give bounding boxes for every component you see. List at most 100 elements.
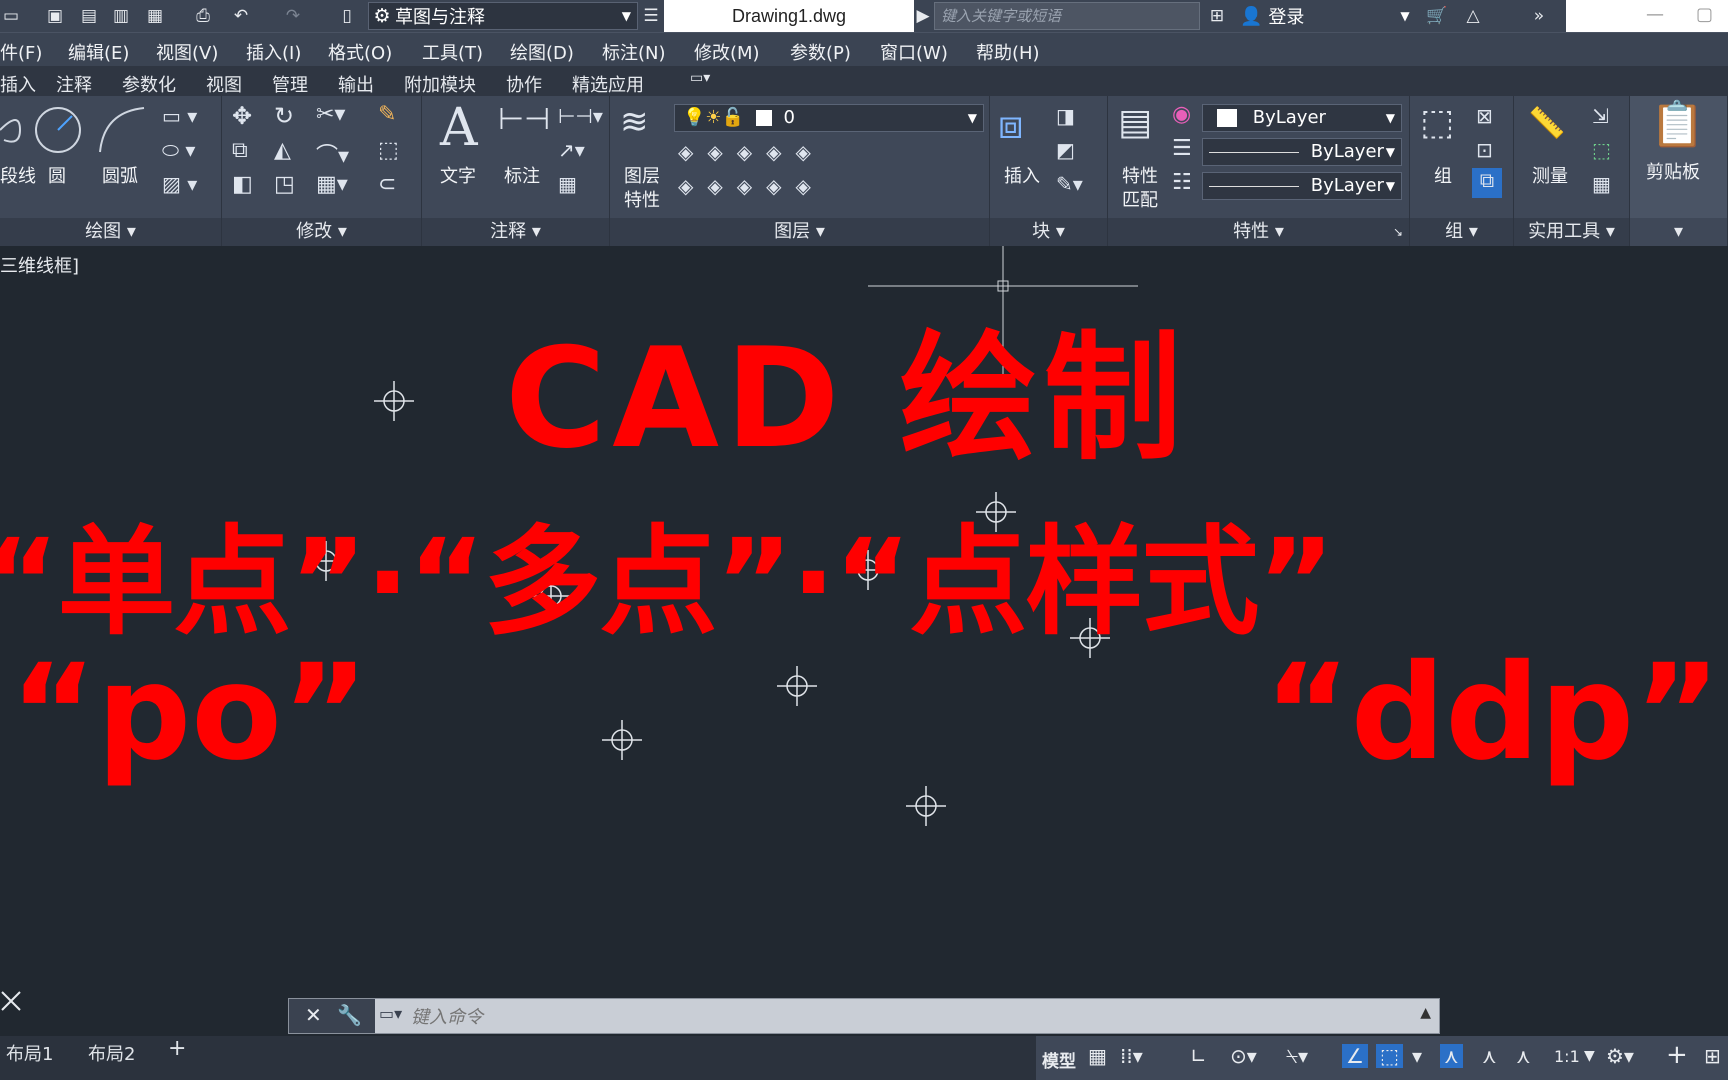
color-wheel-icon[interactable]: ◉ <box>1172 102 1191 127</box>
transparency-icon[interactable]: ☷ <box>1172 170 1192 195</box>
save-icon[interactable]: ▣ <box>44 5 66 27</box>
document-tab[interactable]: Drawing1.dwg <box>664 0 914 32</box>
layer-properties-label-2[interactable]: 特性 <box>624 186 660 212</box>
open-icon[interactable]: ▭ <box>0 5 22 27</box>
menu-help[interactable]: 帮助(H) <box>976 39 1040 65</box>
fillet-icon[interactable]: ⌒▾ <box>316 138 349 170</box>
match-properties-label-1[interactable]: 特性 <box>1122 162 1158 188</box>
customize-icon[interactable]: ⊞ <box>1704 1044 1721 1068</box>
mirror-icon[interactable]: ◭ <box>274 138 291 163</box>
match-properties-icon[interactable]: ▤ <box>1118 102 1152 143</box>
layer-tools-row2-icons[interactable]: ◈◈◈◈◈ <box>678 174 825 198</box>
measure-icon[interactable]: 📏 <box>1528 106 1565 141</box>
more-icon[interactable]: » <box>1528 5 1550 27</box>
modify-panel-title[interactable]: 修改 ▾ <box>222 218 421 246</box>
tab-annotate[interactable]: 注释 <box>56 71 92 97</box>
scale-icon[interactable]: ◳ <box>274 172 295 197</box>
menu-window[interactable]: 窗口(W) <box>880 39 948 65</box>
edit-attributes-icon[interactable]: ✎▾ <box>1056 172 1083 196</box>
ellipse-icon[interactable]: ⬭ ▾ <box>162 138 195 162</box>
lineweight-icon[interactable]: ☰ <box>1172 136 1192 161</box>
hatch-icon[interactable]: ▨ ▾ <box>162 172 197 196</box>
dimension-icon[interactable]: ⊢⊣ <box>498 102 550 137</box>
color-dropdown[interactable]: ByLayer ▼ <box>1202 104 1402 132</box>
insert-label[interactable]: 插入 <box>1004 162 1040 188</box>
isodraft-icon[interactable]: ⍀▾ <box>1286 1044 1308 1068</box>
print-icon[interactable]: ⎙ <box>192 5 214 27</box>
minimize-icon[interactable]: — <box>1646 4 1664 25</box>
draw-panel-title[interactable]: 绘图 ▾ <box>0 218 221 246</box>
annotation-visibility-icon[interactable]: ⋏ <box>1440 1044 1463 1068</box>
annotation-scale-icon[interactable]: ⋏ <box>1516 1044 1531 1068</box>
ungroup-icon[interactable]: ⊠ <box>1476 104 1493 128</box>
tab-featured-apps[interactable]: 精选应用 <box>572 71 644 97</box>
annotation-scale-value[interactable]: 1:1 <box>1554 1047 1580 1066</box>
tab-view[interactable]: 视图 <box>206 71 242 97</box>
erase-icon[interactable]: ✎ <box>378 102 396 127</box>
arc-label[interactable]: 圆弧 <box>102 162 138 188</box>
circle-icon[interactable] <box>34 106 82 154</box>
search-input[interactable]: 键入关键字或短语 <box>934 2 1200 30</box>
measure-label[interactable]: 测量 <box>1532 162 1568 188</box>
workspace-toggle-icon[interactable]: ▯ <box>336 5 358 27</box>
properties-panel-title[interactable]: 特性 ▾ ↘ <box>1108 218 1409 246</box>
stretch-icon[interactable]: ◧ <box>232 172 253 197</box>
trim-icon[interactable]: ✂▾ <box>316 102 345 127</box>
create-block-icon[interactable]: ◨ <box>1056 104 1075 128</box>
menu-view[interactable]: 视图(V) <box>156 39 218 65</box>
table-icon[interactable]: ▦ <box>558 172 577 196</box>
copy-icon[interactable]: ⧉ <box>232 138 248 163</box>
tab-collaborate[interactable]: 协作 <box>506 71 542 97</box>
plot-preview-icon[interactable]: ▥ <box>110 5 132 27</box>
layout-tab-2[interactable]: 布局2 <box>88 1040 135 1066</box>
close-icon[interactable]: ✕ <box>305 1003 322 1027</box>
paste-label[interactable]: 剪贴板 <box>1646 158 1700 184</box>
layout-tab-1[interactable]: 布局1 <box>6 1040 53 1066</box>
chevron-right-icon[interactable]: ▶ <box>912 5 934 27</box>
explode-icon[interactable]: ⬚ <box>378 138 399 163</box>
rotate-icon[interactable]: ↻ <box>274 102 294 130</box>
leader-icon[interactable]: ↗▾ <box>558 138 585 162</box>
quick-select-icon[interactable]: ⇲ <box>1592 104 1609 128</box>
workspace-switching-gear-icon[interactable]: ⚙▾ <box>1606 1044 1634 1068</box>
dimension-label[interactable]: 标注 <box>504 162 540 188</box>
ribbon-options-icon[interactable]: ▭▾ <box>690 70 710 86</box>
object-snap-tracking-icon[interactable]: ∠ <box>1342 1044 1368 1068</box>
tab-manage[interactable]: 管理 <box>272 71 308 97</box>
group-selection-icon[interactable]: ⧉ <box>1472 168 1502 198</box>
save-as-icon[interactable]: ▤ <box>78 5 100 27</box>
paste-icon[interactable]: 📋 <box>1650 98 1705 150</box>
redo-icon[interactable]: ↷ <box>282 5 304 27</box>
move-icon[interactable]: ✥ <box>232 102 252 130</box>
autodesk-a360-icon[interactable]: △ <box>1462 5 1484 27</box>
command-history-toggle-icon[interactable]: ▲ <box>1420 1005 1431 1021</box>
offset-icon[interactable]: ⊂ <box>378 172 396 197</box>
circle-label[interactable]: 圆 <box>48 162 66 188</box>
menu-insert[interactable]: 插入(I) <box>246 39 301 65</box>
tab-insert[interactable]: 插入 <box>0 71 36 97</box>
text-label[interactable]: 文字 <box>440 162 476 188</box>
maximize-icon[interactable]: ▢ <box>1696 4 1713 25</box>
customize-quick-access-icon[interactable]: ☰ <box>640 5 662 27</box>
match-properties-label-2[interactable]: 匹配 <box>1122 186 1158 212</box>
workspace-dropdown[interactable]: ⚙ 草图与注释 ▼ <box>368 2 638 30</box>
menu-parametric[interactable]: 参数(P) <box>790 39 851 65</box>
arc-icon[interactable] <box>98 106 148 154</box>
polyline-icon[interactable] <box>0 110 30 150</box>
insert-block-icon[interactable]: ⧈ <box>998 102 1023 148</box>
array-icon[interactable]: ▦▾ <box>316 172 348 197</box>
text-icon[interactable]: A <box>440 98 478 158</box>
block-panel-title[interactable]: 块 ▾ <box>990 218 1107 246</box>
chevron-down-icon[interactable]: ▾ <box>1412 1044 1422 1068</box>
polar-tracking-icon[interactable]: ⊙▾ <box>1230 1044 1257 1068</box>
utilities-panel-title[interactable]: 实用工具 ▾ <box>1514 218 1629 246</box>
binoculars-icon[interactable]: ⊞ <box>1206 5 1228 27</box>
command-prompt-icon[interactable]: ▭▾ <box>379 1004 402 1023</box>
menu-modify[interactable]: 修改(M) <box>694 39 760 65</box>
ortho-icon[interactable]: ∟ <box>1190 1044 1207 1068</box>
login-button[interactable]: 👤 登录 ▼ <box>1240 0 1410 32</box>
add-layout-button[interactable]: + <box>168 1036 186 1061</box>
select-all-icon[interactable]: ⬚ <box>1592 138 1611 162</box>
layer-dropdown[interactable]: 💡☀🔓 0 ▼ <box>674 104 984 132</box>
layer-properties-label-1[interactable]: 图层 <box>624 162 660 188</box>
